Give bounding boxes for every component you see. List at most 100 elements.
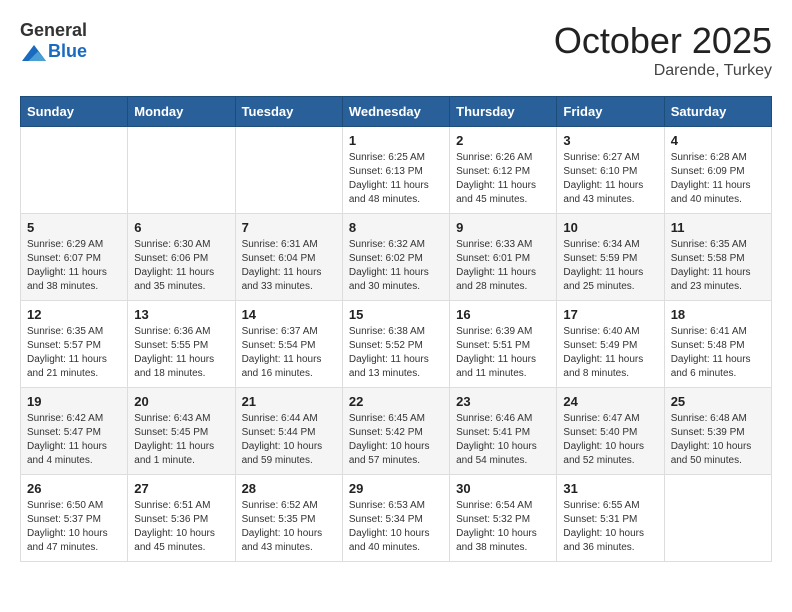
weekday-header-friday: Friday xyxy=(557,97,664,127)
day-number: 4 xyxy=(671,133,765,148)
weekday-header-wednesday: Wednesday xyxy=(342,97,449,127)
calendar-week-2: 5Sunrise: 6:29 AM Sunset: 6:07 PM Daylig… xyxy=(21,214,772,301)
calendar-cell: 16 Sunrise: 6:39 AM Sunset: 5:51 PM Dayli… xyxy=(450,301,557,388)
cell-info: Sunrise: 6:30 AM Sunset: 6:06 PM Dayligh… xyxy=(134,238,228,294)
cell-info: Sunrise: 6:35 AM Sunset: 5:58 PM Dayligh… xyxy=(671,238,765,294)
title-block: October 2025 Darende, Turkey xyxy=(554,20,772,80)
calendar-cell: 25 Sunrise: 6:48 AM Sunset: 5:39 PM Dayli… xyxy=(664,388,771,475)
logo: General Blue xyxy=(20,20,87,65)
cell-info: Sunrise: 6:50 AM Sunset: 5:37 PM Dayligh… xyxy=(27,499,121,555)
day-number: 16 xyxy=(456,307,550,322)
page-header: General Blue October 2025 Darende, Turke… xyxy=(20,20,772,80)
day-number: 1 xyxy=(349,133,443,148)
calendar-cell: 22Sunrise: 6:45 AM Sunset: 5:42 PM Dayli… xyxy=(342,388,449,475)
cell-info: Sunrise: 6:27 AM Sunset: 6:10 PM Dayligh… xyxy=(563,151,657,207)
calendar-cell: 19 Sunrise: 6:42 AM Sunset: 5:47 PM Dayli… xyxy=(21,388,128,475)
calendar-cell: 9 Sunrise: 6:33 AM Sunset: 6:01 PM Daylig… xyxy=(450,214,557,301)
calendar-cell: 23Sunrise: 6:46 AM Sunset: 5:41 PM Dayli… xyxy=(450,388,557,475)
cell-info: Sunrise: 6:26 AM Sunset: 6:12 PM Dayligh… xyxy=(456,151,550,207)
cell-info: Sunrise: 6:54 AM Sunset: 5:32 PM Dayligh… xyxy=(456,499,550,555)
cell-info: Sunrise: 6:34 AM Sunset: 5:59 PM Dayligh… xyxy=(563,238,657,294)
day-number: 25 xyxy=(671,394,765,409)
cell-info: Sunrise: 6:47 AM Sunset: 5:40 PM Dayligh… xyxy=(563,412,657,468)
day-number: 21 xyxy=(242,394,336,409)
calendar-week-3: 12 Sunrise: 6:35 AM Sunset: 5:57 PM Dayli… xyxy=(21,301,772,388)
calendar-cell: 30Sunrise: 6:54 AM Sunset: 5:32 PM Dayli… xyxy=(450,475,557,562)
cell-info: Sunrise: 6:52 AM Sunset: 5:35 PM Dayligh… xyxy=(242,499,336,555)
day-number: 20 xyxy=(134,394,228,409)
cell-info: Sunrise: 6:43 AM Sunset: 5:45 PM Dayligh… xyxy=(134,412,228,468)
cell-info: Sunrise: 6:33 AM Sunset: 6:01 PM Dayligh… xyxy=(456,238,550,294)
calendar-cell: 21 Sunrise: 6:44 AM Sunset: 5:44 PM Dayli… xyxy=(235,388,342,475)
day-number: 12 xyxy=(27,307,121,322)
weekday-header-sunday: Sunday xyxy=(21,97,128,127)
calendar-cell: 27Sunrise: 6:51 AM Sunset: 5:36 PM Dayli… xyxy=(128,475,235,562)
calendar-cell: 26 Sunrise: 6:50 AM Sunset: 5:37 PM Dayli… xyxy=(21,475,128,562)
cell-info: Sunrise: 6:38 AM Sunset: 5:52 PM Dayligh… xyxy=(349,325,443,381)
cell-info: Sunrise: 6:55 AM Sunset: 5:31 PM Dayligh… xyxy=(563,499,657,555)
day-number: 6 xyxy=(134,220,228,235)
day-number: 29 xyxy=(349,481,443,496)
calendar-cell: 3Sunrise: 6:27 AM Sunset: 6:10 PM Daylig… xyxy=(557,127,664,214)
calendar-cell xyxy=(235,127,342,214)
cell-info: Sunrise: 6:37 AM Sunset: 5:54 PM Dayligh… xyxy=(242,325,336,381)
cell-info: Sunrise: 6:41 AM Sunset: 5:48 PM Dayligh… xyxy=(671,325,765,381)
weekday-header-thursday: Thursday xyxy=(450,97,557,127)
weekday-header-row: SundayMondayTuesdayWednesdayThursdayFrid… xyxy=(21,97,772,127)
cell-info: Sunrise: 6:48 AM Sunset: 5:39 PM Dayligh… xyxy=(671,412,765,468)
cell-info: Sunrise: 6:53 AM Sunset: 5:34 PM Dayligh… xyxy=(349,499,443,555)
calendar-cell: 4Sunrise: 6:28 AM Sunset: 6:09 PM Daylig… xyxy=(664,127,771,214)
calendar-cell: 29 Sunrise: 6:53 AM Sunset: 5:34 PM Dayli… xyxy=(342,475,449,562)
calendar-cell: 2 Sunrise: 6:26 AM Sunset: 6:12 PM Daylig… xyxy=(450,127,557,214)
day-number: 7 xyxy=(242,220,336,235)
calendar-cell: 24 Sunrise: 6:47 AM Sunset: 5:40 PM Dayli… xyxy=(557,388,664,475)
calendar-cell: 12 Sunrise: 6:35 AM Sunset: 5:57 PM Dayli… xyxy=(21,301,128,388)
day-number: 18 xyxy=(671,307,765,322)
calendar-cell: 10 Sunrise: 6:34 AM Sunset: 5:59 PM Dayli… xyxy=(557,214,664,301)
cell-info: Sunrise: 6:44 AM Sunset: 5:44 PM Dayligh… xyxy=(242,412,336,468)
day-number: 24 xyxy=(563,394,657,409)
calendar-cell: 17Sunrise: 6:40 AM Sunset: 5:49 PM Dayli… xyxy=(557,301,664,388)
day-number: 17 xyxy=(563,307,657,322)
day-number: 14 xyxy=(242,307,336,322)
calendar-cell: 31 Sunrise: 6:55 AM Sunset: 5:31 PM Dayli… xyxy=(557,475,664,562)
day-number: 13 xyxy=(134,307,228,322)
weekday-header-monday: Monday xyxy=(128,97,235,127)
weekday-header-tuesday: Tuesday xyxy=(235,97,342,127)
calendar-cell: 18 Sunrise: 6:41 AM Sunset: 5:48 PM Dayli… xyxy=(664,301,771,388)
calendar-week-5: 26 Sunrise: 6:50 AM Sunset: 5:37 PM Dayli… xyxy=(21,475,772,562)
day-number: 26 xyxy=(27,481,121,496)
cell-info: Sunrise: 6:25 AM Sunset: 6:13 PM Dayligh… xyxy=(349,151,443,207)
cell-info: Sunrise: 6:42 AM Sunset: 5:47 PM Dayligh… xyxy=(27,412,121,468)
cell-info: Sunrise: 6:35 AM Sunset: 5:57 PM Dayligh… xyxy=(27,325,121,381)
calendar-cell: 13Sunrise: 6:36 AM Sunset: 5:55 PM Dayli… xyxy=(128,301,235,388)
day-number: 2 xyxy=(456,133,550,148)
logo-text: General Blue xyxy=(20,20,87,65)
weekday-header-saturday: Saturday xyxy=(664,97,771,127)
cell-info: Sunrise: 6:29 AM Sunset: 6:07 PM Dayligh… xyxy=(27,238,121,294)
calendar-cell: 7Sunrise: 6:31 AM Sunset: 6:04 PM Daylig… xyxy=(235,214,342,301)
day-number: 11 xyxy=(671,220,765,235)
calendar-cell: 5Sunrise: 6:29 AM Sunset: 6:07 PM Daylig… xyxy=(21,214,128,301)
logo-icon xyxy=(22,41,46,65)
day-number: 9 xyxy=(456,220,550,235)
cell-info: Sunrise: 6:46 AM Sunset: 5:41 PM Dayligh… xyxy=(456,412,550,468)
calendar-cell: 15Sunrise: 6:38 AM Sunset: 5:52 PM Dayli… xyxy=(342,301,449,388)
month-title: October 2025 xyxy=(554,20,772,62)
calendar-week-1: 1 Sunrise: 6:25 AM Sunset: 6:13 PM Daylig… xyxy=(21,127,772,214)
calendar-table: SundayMondayTuesdayWednesdayThursdayFrid… xyxy=(20,96,772,562)
day-number: 8 xyxy=(349,220,443,235)
calendar-cell: 8 Sunrise: 6:32 AM Sunset: 6:02 PM Daylig… xyxy=(342,214,449,301)
calendar-cell: 20 Sunrise: 6:43 AM Sunset: 5:45 PM Dayli… xyxy=(128,388,235,475)
day-number: 31 xyxy=(563,481,657,496)
cell-info: Sunrise: 6:39 AM Sunset: 5:51 PM Dayligh… xyxy=(456,325,550,381)
day-number: 19 xyxy=(27,394,121,409)
calendar-week-4: 19 Sunrise: 6:42 AM Sunset: 5:47 PM Dayli… xyxy=(21,388,772,475)
day-number: 22 xyxy=(349,394,443,409)
calendar-cell: 11 Sunrise: 6:35 AM Sunset: 5:58 PM Dayli… xyxy=(664,214,771,301)
day-number: 10 xyxy=(563,220,657,235)
calendar-cell: 1 Sunrise: 6:25 AM Sunset: 6:13 PM Daylig… xyxy=(342,127,449,214)
cell-info: Sunrise: 6:32 AM Sunset: 6:02 PM Dayligh… xyxy=(349,238,443,294)
cell-info: Sunrise: 6:51 AM Sunset: 5:36 PM Dayligh… xyxy=(134,499,228,555)
calendar-cell: 28Sunrise: 6:52 AM Sunset: 5:35 PM Dayli… xyxy=(235,475,342,562)
